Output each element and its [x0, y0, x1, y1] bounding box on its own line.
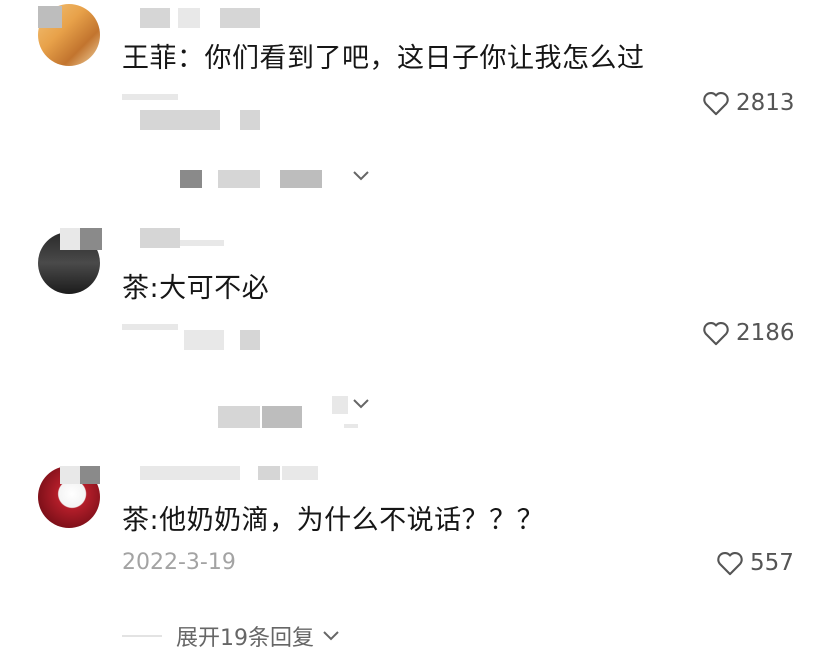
like-button[interactable]: 2186: [702, 320, 795, 346]
username-redacted: [220, 8, 260, 28]
username-redacted: [60, 228, 80, 250]
like-count: 2186: [736, 320, 795, 346]
username-redacted: [258, 466, 280, 480]
username-redacted: [180, 240, 224, 246]
username-redacted: [140, 8, 170, 28]
comment-date: 2022-3-19: [122, 550, 236, 575]
like-count: 557: [750, 550, 794, 576]
date-redacted: [122, 324, 178, 330]
expand-redacted: [280, 170, 322, 188]
like-button[interactable]: 2813: [702, 90, 795, 116]
username-redacted: [80, 466, 100, 484]
expand-redacted: [262, 406, 302, 428]
comment-text: 茶:大可不必: [122, 273, 270, 304]
reply-redacted: [140, 110, 220, 130]
username-redacted: [38, 6, 62, 28]
like-button[interactable]: 557: [716, 550, 794, 576]
username-redacted: [282, 466, 318, 480]
comment-text: 茶:他奶奶滴，为什么不说话？？？: [122, 505, 545, 536]
expand-replies-button[interactable]: 展开19条回复: [122, 620, 340, 652]
username-redacted: [60, 466, 80, 484]
heart-outline-icon: [703, 322, 729, 346]
date-redacted: [240, 330, 260, 350]
username-redacted: [140, 228, 180, 248]
expand-replies-label: 展开19条回复: [176, 626, 314, 651]
reply-redacted: [240, 110, 260, 130]
like-count: 2813: [736, 90, 795, 116]
expand-redacted: [218, 170, 260, 188]
heart-outline-icon: [717, 552, 743, 576]
comment-text: 王菲：你们看到了吧，这日子你让我怎么过: [122, 43, 645, 74]
chevron-down-icon[interactable]: [352, 170, 370, 182]
expand-redacted: [332, 396, 348, 414]
username-redacted: [140, 466, 240, 480]
divider: [122, 635, 162, 637]
expand-redacted: [218, 406, 260, 428]
username-redacted: [80, 228, 102, 250]
heart-outline-icon: [703, 92, 729, 116]
expand-redacted: [180, 170, 202, 188]
date-redacted: [184, 330, 224, 350]
username-redacted: [178, 8, 200, 28]
expand-redacted: [344, 424, 358, 428]
chevron-down-icon[interactable]: [352, 398, 370, 410]
date-redacted: [122, 94, 178, 100]
chevron-down-icon: [323, 631, 339, 641]
